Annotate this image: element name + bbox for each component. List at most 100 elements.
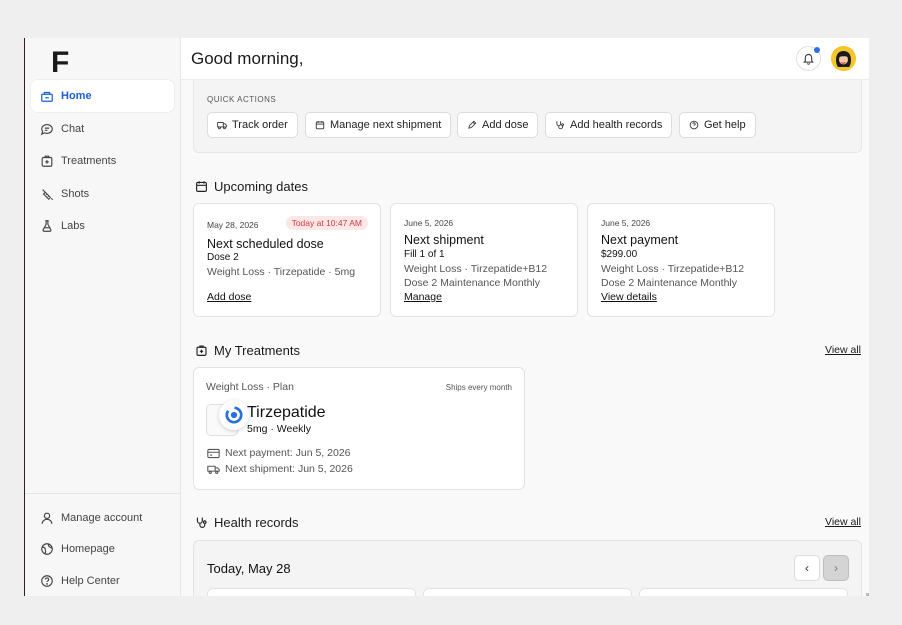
sidebar-item-label: Manage account bbox=[61, 511, 143, 524]
avatar[interactable] bbox=[831, 46, 856, 71]
card-date: June 5, 2026 bbox=[404, 218, 454, 228]
notification-dot bbox=[814, 47, 820, 53]
card-date: May 28, 2026 bbox=[207, 220, 259, 230]
sidebar-item-help-center[interactable]: Help Center bbox=[31, 565, 175, 596]
calendar-icon bbox=[195, 180, 208, 193]
stethoscope-icon bbox=[555, 120, 565, 130]
card-title: Next payment bbox=[601, 233, 679, 247]
manage-link[interactable]: Manage bbox=[404, 291, 442, 303]
health-records-panel: Today, May 28 ‹ › bbox=[193, 540, 862, 596]
next-payment-row: Next payment: Jun 5, 2026 bbox=[207, 447, 351, 459]
health-record-card[interactable] bbox=[207, 588, 416, 596]
add-health-records-button[interactable]: Add health records bbox=[545, 112, 673, 138]
help-icon bbox=[39, 573, 55, 589]
card-date: June 5, 2026 bbox=[601, 218, 651, 228]
health-records-date: Today, May 28 bbox=[207, 561, 291, 576]
view-details-link[interactable]: View details bbox=[601, 291, 657, 303]
previous-day-button[interactable]: ‹ bbox=[794, 555, 820, 581]
syringe-icon bbox=[39, 186, 55, 202]
card-subtitle: $299.00 bbox=[601, 249, 638, 260]
card-meta: Dose 2 Maintenance Monthly bbox=[601, 277, 737, 289]
health-records-view-all-link[interactable]: View all bbox=[825, 516, 861, 528]
status-badge: Today at 10:47 AM bbox=[285, 216, 368, 230]
sidebar-item-manage-account[interactable]: Manage account bbox=[31, 502, 175, 533]
button-label: Manage next shipment bbox=[330, 119, 442, 131]
treatments-view-all-link[interactable]: View all bbox=[825, 344, 861, 356]
page-title: Good morning, bbox=[191, 49, 304, 68]
bell-icon bbox=[802, 52, 815, 65]
help-icon bbox=[689, 120, 699, 130]
top-header: Good morning, bbox=[181, 38, 869, 80]
card-meta: Dose 2 Maintenance Monthly bbox=[404, 277, 540, 289]
add-dose-link[interactable]: Add dose bbox=[207, 291, 251, 303]
manage-next-shipment-button[interactable]: Manage next shipment bbox=[305, 112, 452, 138]
notifications-button[interactable] bbox=[796, 46, 821, 71]
home-icon bbox=[39, 88, 55, 104]
next-shipment-row: Next shipment: Jun 5, 2026 bbox=[207, 463, 353, 475]
sidebar-item-chat[interactable]: Chat bbox=[31, 113, 174, 145]
treatment-card[interactable]: Weight Loss · Plan Ships every month Tir… bbox=[193, 367, 525, 490]
truck-icon bbox=[207, 464, 220, 475]
sidebar-item-label: Shots bbox=[61, 187, 90, 200]
app-window: F Home Chat Treatments Shots Labs Manage… bbox=[24, 38, 869, 596]
assistant-launcher-icon[interactable] bbox=[219, 400, 249, 430]
health-record-card[interactable] bbox=[423, 588, 632, 596]
sidebar-item-homepage[interactable]: Homepage bbox=[31, 534, 175, 565]
health-records-heading: Health records bbox=[195, 515, 299, 530]
section-title-text: Upcoming dates bbox=[214, 179, 308, 194]
sidebar-item-label: Labs bbox=[61, 220, 85, 232]
card-title: Next scheduled dose bbox=[207, 237, 324, 251]
card-meta: Weight Loss · Tirzepatide · 5mg bbox=[207, 266, 356, 278]
card-subtitle: Fill 1 of 1 bbox=[404, 249, 445, 260]
next-shipment-text: Next shipment: Jun 5, 2026 bbox=[225, 463, 353, 475]
card-title: Next shipment bbox=[404, 233, 484, 247]
treatments-icon bbox=[195, 344, 208, 357]
upcoming-card-dose: May 28, 2026 Today at 10:47 AM Next sche… bbox=[193, 203, 381, 317]
globe-icon bbox=[39, 541, 55, 557]
sidebar-item-treatments[interactable]: Treatments bbox=[31, 145, 174, 177]
treatment-name: Tirzepatide bbox=[247, 404, 326, 421]
add-dose-button[interactable]: Add dose bbox=[457, 112, 539, 138]
card-meta: Weight Loss · Tirzepatide+B12 bbox=[601, 263, 745, 275]
button-label: Track order bbox=[232, 119, 288, 131]
sidebar-nav: Home Chat Treatments Shots Labs bbox=[31, 80, 174, 243]
quick-actions-title: QUICK ACTIONS bbox=[207, 95, 277, 104]
section-title-text: Health records bbox=[214, 515, 299, 530]
window-corner bbox=[866, 593, 869, 596]
card-meta: Weight Loss · Tirzepatide+B12 bbox=[404, 263, 548, 275]
sidebar-item-shots[interactable]: Shots bbox=[31, 178, 174, 210]
credit-card-icon bbox=[207, 448, 220, 459]
quick-actions-panel: QUICK ACTIONS Track order Manage next sh… bbox=[193, 80, 862, 153]
chevron-right-icon: › bbox=[834, 561, 838, 575]
get-help-button[interactable]: Get help bbox=[679, 112, 756, 138]
truck-icon bbox=[217, 120, 227, 130]
my-treatments-heading: My Treatments bbox=[195, 343, 300, 358]
treatment-plan: Weight Loss · Plan bbox=[206, 381, 294, 393]
card-subtitle: Dose 2 bbox=[207, 252, 239, 263]
button-label: Add dose bbox=[482, 119, 529, 131]
flask-icon bbox=[39, 218, 55, 234]
user-icon bbox=[39, 510, 55, 526]
sidebar-bottom: Manage account Homepage Help Center bbox=[25, 493, 181, 596]
sidebar-item-label: Home bbox=[61, 90, 92, 102]
button-label: Get help bbox=[704, 119, 746, 131]
treatments-icon bbox=[39, 153, 55, 169]
track-order-button[interactable]: Track order bbox=[207, 112, 298, 138]
button-label: Add health records bbox=[570, 119, 663, 131]
section-title-text: My Treatments bbox=[214, 343, 300, 358]
next-day-button[interactable]: › bbox=[823, 555, 849, 581]
brand-logo[interactable]: F bbox=[51, 46, 69, 80]
sidebar-item-labs[interactable]: Labs bbox=[31, 210, 174, 242]
treatment-dose: 5mg · Weekly bbox=[247, 423, 311, 435]
upcoming-card-shipment: June 5, 2026 Next shipment Fill 1 of 1 W… bbox=[390, 203, 578, 317]
calendar-icon bbox=[315, 120, 325, 130]
chevron-left-icon: ‹ bbox=[805, 561, 809, 575]
upcoming-dates-heading: Upcoming dates bbox=[195, 179, 308, 194]
sidebar-item-label: Homepage bbox=[61, 543, 115, 555]
sidebar-item-label: Chat bbox=[61, 122, 85, 135]
main-content: Good morning, QUICK ACTIONS Track order … bbox=[181, 38, 869, 596]
sidebar: F Home Chat Treatments Shots Labs Manage… bbox=[25, 38, 181, 596]
treatment-ships: Ships every month bbox=[445, 383, 512, 392]
health-record-card[interactable] bbox=[639, 588, 848, 596]
sidebar-item-home[interactable]: Home bbox=[31, 80, 174, 112]
